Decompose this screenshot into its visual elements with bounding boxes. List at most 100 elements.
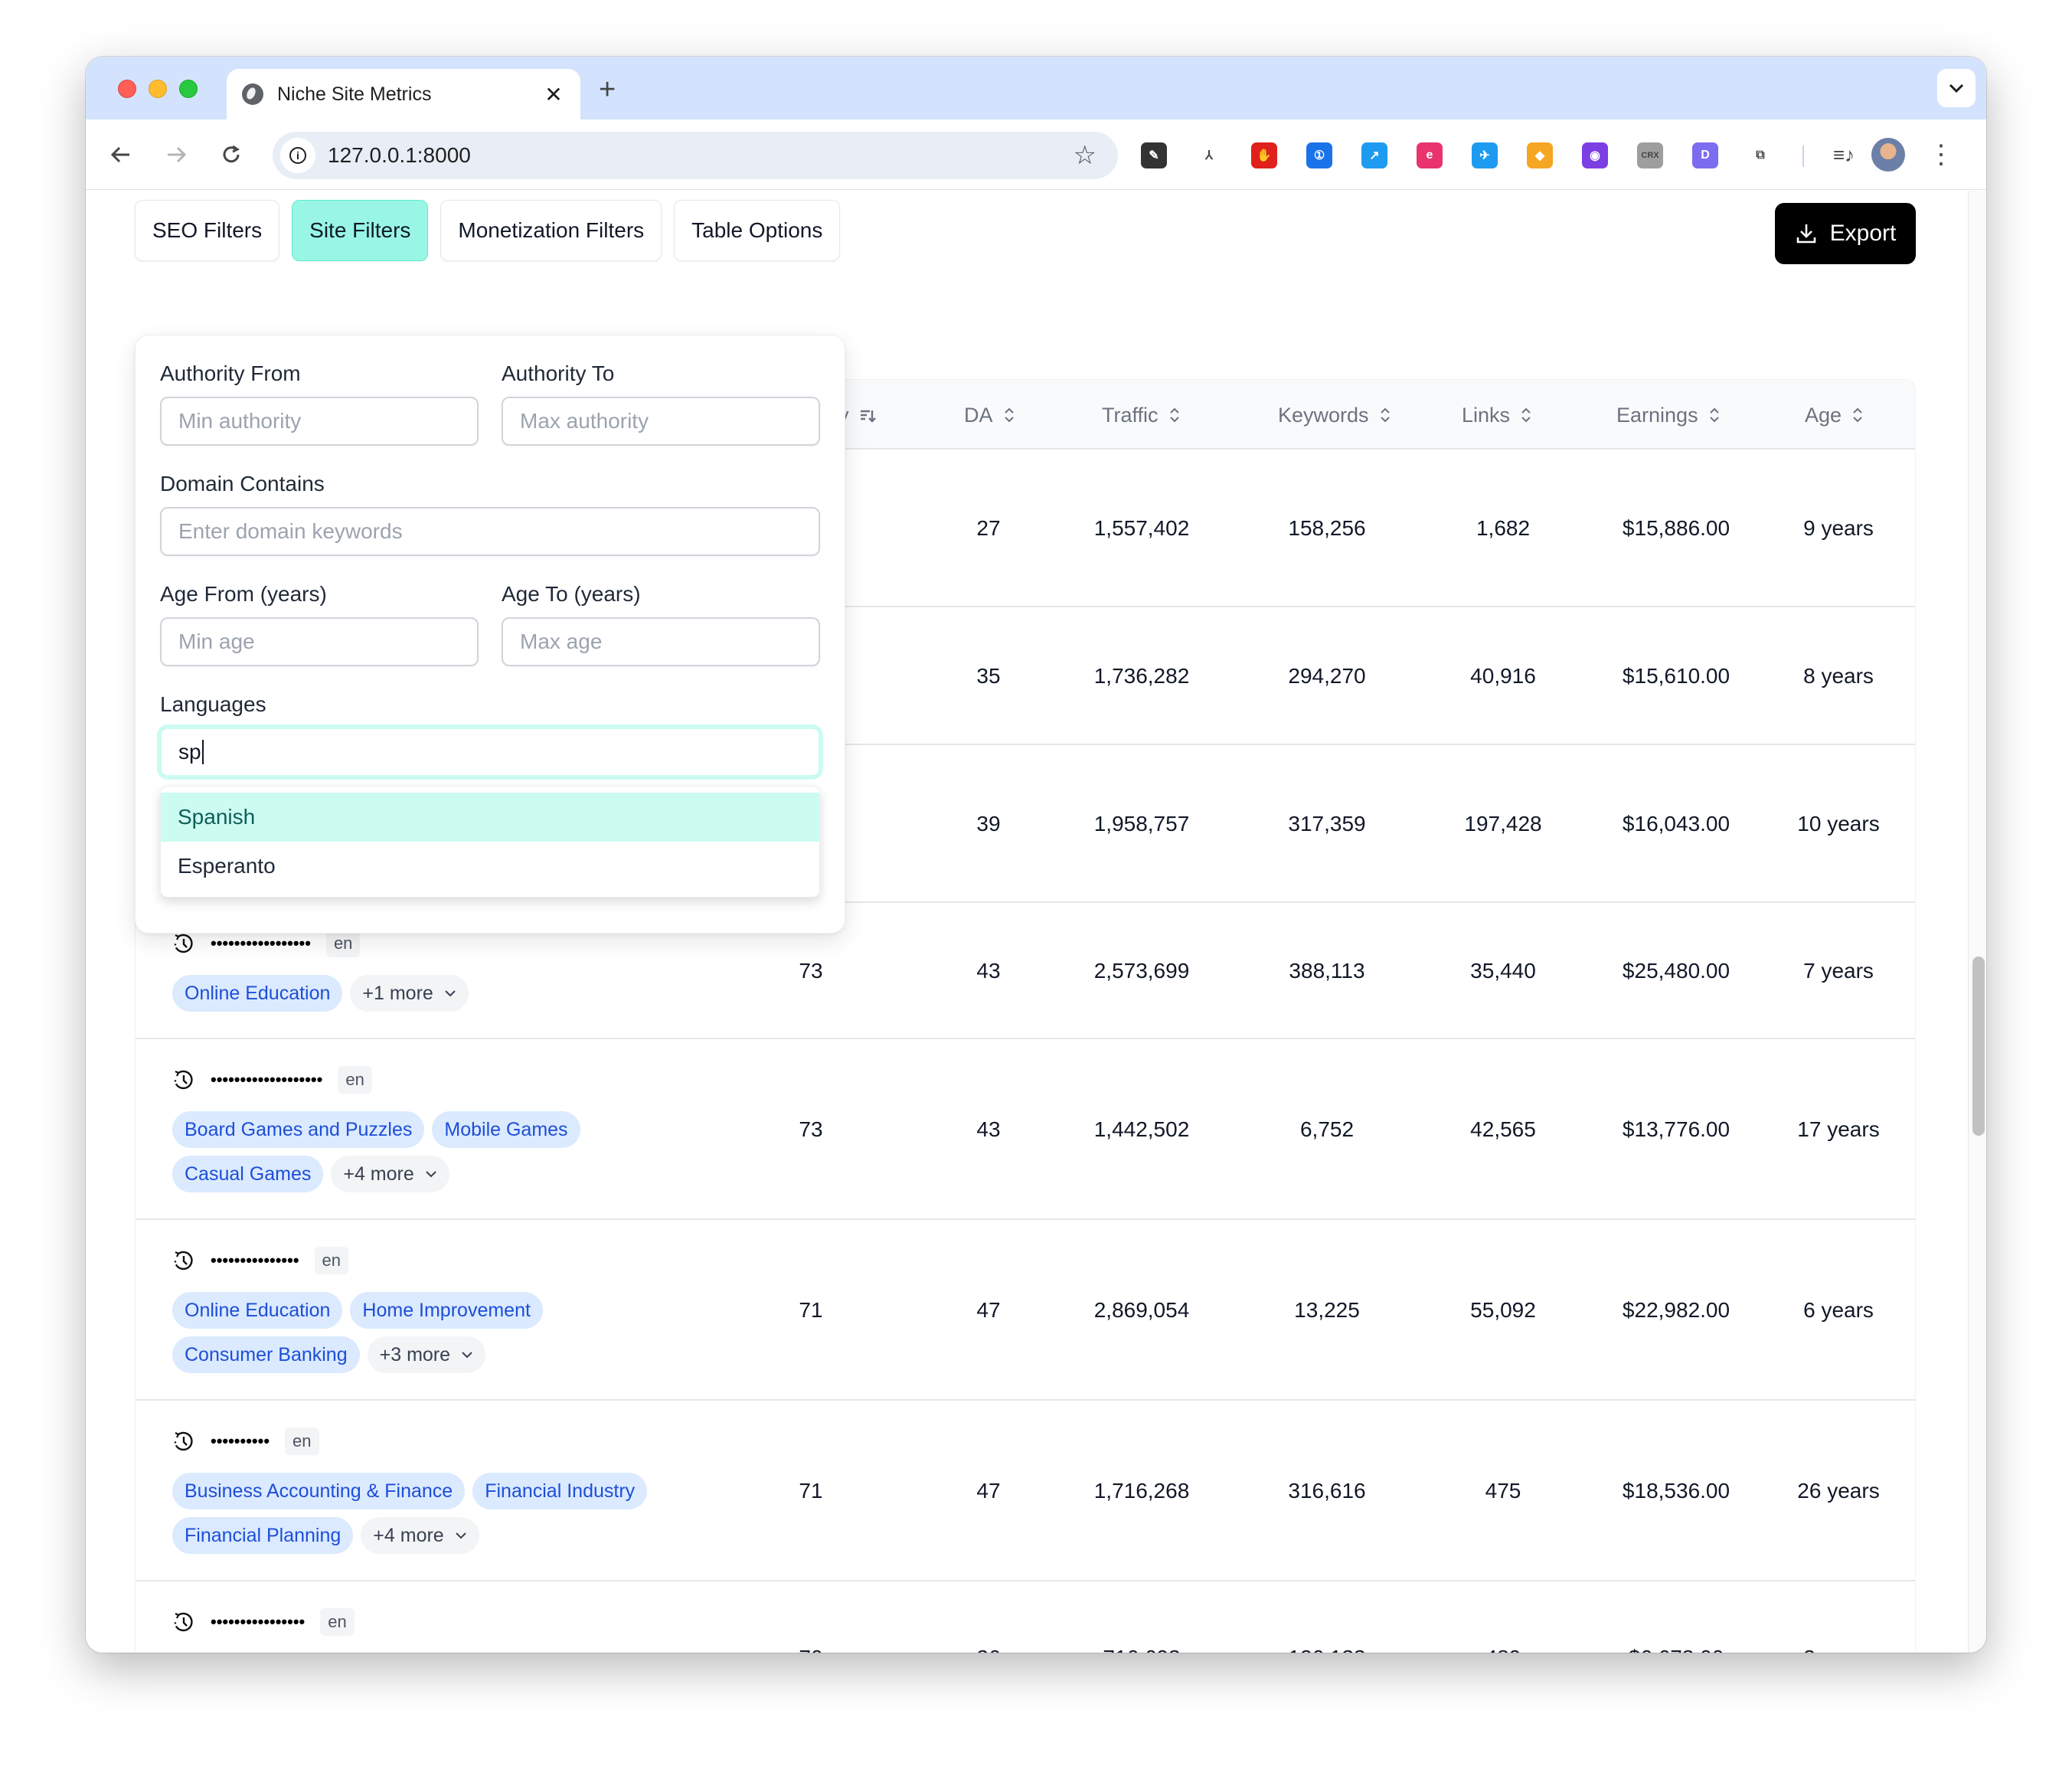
tab-close-button[interactable]: ✕ bbox=[542, 82, 565, 107]
column-header-keywords[interactable]: Keywords bbox=[1278, 380, 1392, 450]
more-tags-label: +4 more bbox=[343, 1163, 414, 1185]
domain-contains-label: Domain Contains bbox=[160, 472, 325, 495]
adblock-extension-icon[interactable]: ✋ bbox=[1251, 142, 1277, 168]
colorful-extension-icon[interactable]: ◆ bbox=[1527, 142, 1553, 168]
history-icon[interactable] bbox=[172, 1249, 195, 1272]
column-header-links[interactable]: Links bbox=[1462, 380, 1533, 450]
category-tag[interactable]: Home Improvement bbox=[350, 1292, 543, 1329]
bookmark-star-icon[interactable]: ☆ bbox=[1074, 140, 1096, 171]
browser-window: Niche Site Metrics ✕ + i 127.0.0.1:8000 … bbox=[86, 57, 1986, 1653]
more-tags-button[interactable]: +4 more bbox=[331, 1156, 449, 1192]
site-domain[interactable]: ••••••••••••••••• bbox=[211, 934, 311, 953]
eyedropper-extension-icon[interactable]: ✎ bbox=[1141, 142, 1167, 168]
more-tags-button[interactable]: +3 more bbox=[367, 1336, 486, 1373]
age-from-input[interactable]: Min age bbox=[160, 617, 479, 666]
chevron-down-icon bbox=[462, 1352, 472, 1359]
history-icon[interactable] bbox=[172, 1068, 195, 1091]
media-controls-icon[interactable]: ≡♪ bbox=[1825, 136, 1862, 173]
onepassword-extension-icon[interactable]: ① bbox=[1306, 142, 1332, 168]
category-tag[interactable]: Casual Games bbox=[172, 1156, 324, 1192]
site-info-button[interactable]: i bbox=[280, 138, 315, 173]
column-header-da[interactable]: DA bbox=[964, 380, 1016, 450]
table-row[interactable]: ••••••••••••••• en Online Education Home Im… bbox=[135, 1220, 1916, 1401]
category-tag[interactable]: Mobile Games bbox=[432, 1111, 580, 1148]
column-header-age[interactable]: Age bbox=[1805, 380, 1864, 450]
address-bar[interactable]: i 127.0.0.1:8000 ☆ bbox=[273, 132, 1118, 179]
site-domain[interactable]: •••••••••••••••• bbox=[211, 1612, 305, 1632]
tab-monetization-filters[interactable]: Monetization Filters bbox=[440, 200, 662, 261]
info-icon: i bbox=[289, 147, 306, 164]
category-tag[interactable]: Consumer Banking bbox=[172, 1336, 360, 1373]
more-tags-button[interactable]: +4 more bbox=[361, 1517, 479, 1554]
authority-cell: 71 bbox=[799, 1479, 823, 1503]
d-extension-icon[interactable]: D bbox=[1692, 142, 1718, 168]
reload-button[interactable] bbox=[213, 136, 250, 173]
category-tag[interactable]: Online Education bbox=[172, 975, 343, 1012]
tab-search-button[interactable] bbox=[1937, 69, 1976, 107]
export-button[interactable]: Export bbox=[1775, 203, 1916, 264]
chevron-down-icon bbox=[426, 1171, 436, 1178]
domain-contains-input[interactable]: Enter domain keywords bbox=[160, 507, 820, 556]
url-text[interactable]: 127.0.0.1:8000 bbox=[328, 143, 1074, 168]
earnings-cell: $6,673.00 bbox=[1629, 1646, 1724, 1653]
tab-site-filters[interactable]: Site Filters bbox=[292, 200, 429, 261]
table-row[interactable]: ••••••••••••••••••• en Board Games and Puz… bbox=[135, 1039, 1916, 1220]
languages-input[interactable]: sp bbox=[160, 728, 820, 777]
chevron-down-icon bbox=[445, 990, 456, 997]
history-icon[interactable] bbox=[172, 1430, 195, 1453]
category-tag[interactable]: Business Accounting & Finance bbox=[172, 1473, 466, 1509]
browser-menu-icon[interactable]: ⋮ bbox=[1928, 136, 1954, 173]
minimize-window-button[interactable] bbox=[149, 80, 167, 98]
browser-tab[interactable]: Niche Site Metrics ✕ bbox=[227, 69, 580, 119]
history-icon[interactable] bbox=[172, 932, 195, 955]
new-tab-button[interactable]: + bbox=[599, 74, 616, 106]
authority-to-input[interactable]: Max authority bbox=[502, 397, 820, 446]
e-extension-icon[interactable]: e bbox=[1417, 142, 1443, 168]
links-cell: 197,428 bbox=[1464, 812, 1542, 836]
traffic-cell: 716,693 bbox=[1103, 1646, 1180, 1653]
language-option-esperanto[interactable]: Esperanto bbox=[161, 842, 819, 891]
page-scrollbar[interactable] bbox=[1968, 191, 1986, 1653]
site-domain[interactable]: •••••••••• bbox=[211, 1431, 270, 1451]
forward-button[interactable] bbox=[158, 136, 194, 173]
site-domain[interactable]: ••••••••••••••••••• bbox=[211, 1070, 322, 1090]
scrollbar-thumb[interactable] bbox=[1972, 957, 1985, 1136]
sort-icon bbox=[1380, 407, 1390, 423]
links-cell: 55,092 bbox=[1470, 1298, 1536, 1322]
history-icon[interactable] bbox=[172, 1611, 195, 1634]
site-domain-line: •••••••••••••••• en bbox=[172, 1606, 662, 1638]
language-option-spanish[interactable]: Spanish bbox=[161, 793, 819, 842]
camera-extension-icon[interactable]: ◉ bbox=[1582, 142, 1608, 168]
authority-from-input[interactable]: Min authority bbox=[160, 397, 479, 446]
tab-seo-filters[interactable]: SEO Filters bbox=[135, 200, 280, 261]
table-row[interactable]: •••••••••• en Business Accounting & Financ… bbox=[135, 1401, 1916, 1581]
authority-cell: 73 bbox=[799, 1117, 823, 1141]
site-domain[interactable]: ••••••••••••••• bbox=[211, 1251, 299, 1271]
languages-label: Languages bbox=[160, 692, 266, 716]
column-header-earnings[interactable]: Earnings bbox=[1616, 380, 1721, 450]
category-tag[interactable]: Online Education bbox=[172, 1292, 343, 1329]
table-row[interactable]: ••••••••••••••••enBarbeques and Grilling… bbox=[135, 1581, 1916, 1653]
puzzle-extensions-icon[interactable]: ⧉ bbox=[1747, 142, 1773, 168]
crx-extension-icon[interactable]: CRX bbox=[1637, 142, 1663, 168]
bird-extension-icon[interactable]: ✈ bbox=[1472, 142, 1498, 168]
age-to-input[interactable]: Max age bbox=[502, 617, 820, 666]
language-badge: en bbox=[325, 930, 361, 957]
category-tag[interactable]: Financial Industry bbox=[472, 1473, 648, 1509]
keywords-cell: 316,616 bbox=[1288, 1479, 1366, 1503]
tab-table-options[interactable]: Table Options bbox=[674, 200, 841, 261]
arrow-right-icon bbox=[168, 146, 187, 163]
age-cell: 2 years bbox=[1803, 1646, 1874, 1653]
category-tag[interactable]: Board Games and Puzzles bbox=[172, 1111, 425, 1148]
category-tags: Online Education +1 more bbox=[172, 975, 662, 1012]
more-tags-button[interactable]: +1 more bbox=[350, 975, 469, 1012]
merge-extension-icon[interactable]: ⅄ bbox=[1196, 142, 1222, 168]
close-window-button[interactable] bbox=[118, 80, 136, 98]
da-cell: 39 bbox=[976, 812, 1001, 836]
column-header-traffic[interactable]: Traffic bbox=[1102, 380, 1181, 450]
category-tag[interactable]: Financial Planning bbox=[172, 1517, 354, 1554]
profile-avatar[interactable] bbox=[1871, 138, 1905, 172]
back-button[interactable] bbox=[103, 136, 139, 173]
arrow-extension-icon[interactable]: ↗ bbox=[1361, 142, 1387, 168]
maximize-window-button[interactable] bbox=[179, 80, 198, 98]
